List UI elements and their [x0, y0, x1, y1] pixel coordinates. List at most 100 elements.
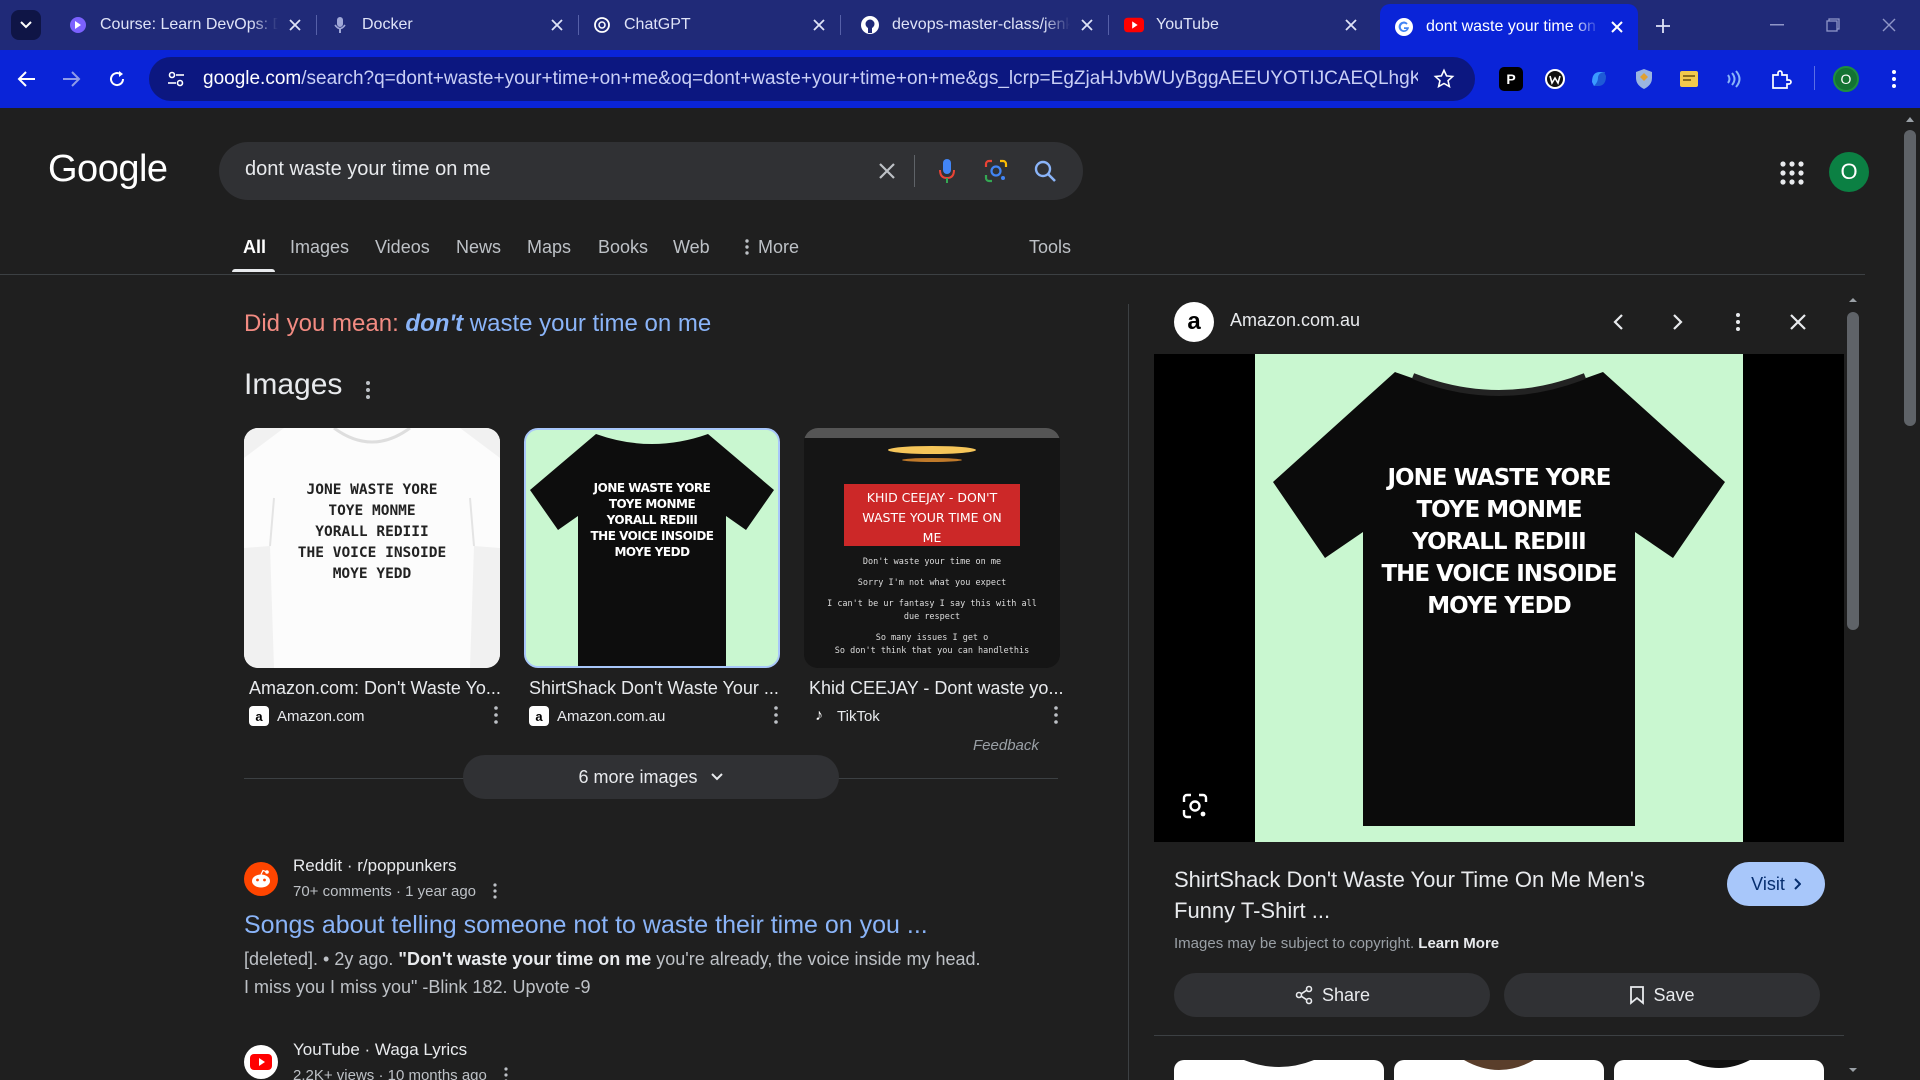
image-result-source[interactable]: a Amazon.com.au: [529, 706, 665, 726]
panel-product-title[interactable]: ShirtShack Don't Waste Your Time On Me M…: [1174, 864, 1694, 926]
panel-source-name[interactable]: Amazon.com.au: [1230, 310, 1360, 331]
reddit-logo-icon[interactable]: [244, 862, 278, 896]
minimize-button[interactable]: [1754, 8, 1800, 42]
close-icon[interactable]: [808, 14, 830, 36]
scroll-up-icon[interactable]: [1845, 294, 1861, 306]
extension-shield-icon[interactable]: [1632, 67, 1656, 91]
close-icon[interactable]: [1606, 16, 1628, 38]
share-icon: [1295, 985, 1313, 1005]
image-result-title[interactable]: ShirtShack Don't Waste Your ...: [529, 678, 779, 699]
image-result-source[interactable]: ♪ TikTok: [809, 706, 880, 726]
previous-image-button[interactable]: [1604, 308, 1632, 336]
url-text[interactable]: google.com/search?q=dont+waste+your+time…: [203, 68, 1418, 90]
extension-w-icon[interactable]: [1543, 67, 1567, 91]
tab-github[interactable]: devops-master-class/jenkin: [846, 6, 1109, 44]
suggested-query-link[interactable]: don't waste your time on me: [405, 310, 711, 337]
image-result-1[interactable]: JONE WASTE YORE TOYE MONME YORALL REDIII…: [244, 428, 500, 668]
image-result-2[interactable]: JONE WASTE YORE TOYE MONME YORALL REDIII…: [524, 428, 780, 668]
close-icon[interactable]: [1076, 14, 1098, 36]
close-icon[interactable]: [284, 14, 306, 36]
close-panel-button[interactable]: [1784, 308, 1812, 336]
tab-more[interactable]: More: [744, 236, 799, 272]
tab-maps[interactable]: Maps: [527, 236, 571, 272]
tab-search-button[interactable]: [11, 10, 41, 40]
image-result-title[interactable]: Khid CEEJAY - Dont waste yo...: [809, 678, 1063, 699]
tab-videos[interactable]: Videos: [375, 236, 430, 272]
related-image-thumbnail[interactable]: [1394, 1060, 1604, 1080]
google-apps-icon[interactable]: [1779, 160, 1805, 186]
kebab-icon[interactable]: [488, 704, 504, 726]
site-info-icon[interactable]: [163, 66, 189, 92]
tab-web[interactable]: Web: [673, 236, 710, 272]
tab-images[interactable]: Images: [290, 236, 349, 272]
kebab-icon[interactable]: [358, 378, 378, 402]
kebab-icon[interactable]: [492, 882, 498, 900]
tab-separator: [1108, 15, 1109, 35]
tab-books[interactable]: Books: [598, 236, 648, 272]
lens-search-icon[interactable]: [1181, 792, 1209, 820]
clear-search-icon[interactable]: [872, 156, 902, 186]
panel-options-button[interactable]: [1724, 308, 1752, 336]
page-scrollbar[interactable]: [1900, 108, 1920, 1080]
tab-news[interactable]: News: [456, 236, 501, 272]
close-window-button[interactable]: [1866, 8, 1912, 42]
search-input[interactable]: dont waste your time on me: [245, 158, 491, 181]
image-result-title[interactable]: Amazon.com: Don't Waste Yo...: [249, 678, 501, 699]
tab-all[interactable]: All: [243, 236, 266, 272]
save-button[interactable]: Save: [1504, 973, 1820, 1017]
reload-icon: [110, 71, 125, 87]
tab-docker[interactable]: Docker: [316, 6, 579, 44]
back-button[interactable]: [12, 64, 42, 94]
image-result-source[interactable]: a Amazon.com: [249, 706, 365, 726]
panel-tshirt-image[interactable]: JONE WASTE YORE TOYE MONME YORALL REDIII…: [1255, 354, 1743, 842]
extension-notes-icon[interactable]: [1677, 67, 1701, 91]
google-lens-icon[interactable]: [981, 156, 1011, 186]
scroll-down-icon[interactable]: [1845, 1064, 1861, 1076]
next-image-button[interactable]: [1664, 308, 1692, 336]
extension-copilot-icon[interactable]: [1587, 67, 1611, 91]
account-avatar[interactable]: O: [1829, 152, 1869, 192]
search-box[interactable]: dont waste your time on me: [219, 142, 1083, 200]
close-icon[interactable]: [1340, 14, 1362, 36]
scroll-up-icon[interactable]: [1900, 112, 1920, 126]
related-image-thumbnail[interactable]: [1174, 1060, 1384, 1080]
related-image-thumbnail[interactable]: [1614, 1060, 1824, 1080]
visit-button[interactable]: Visit: [1727, 862, 1825, 906]
search-icon[interactable]: [1030, 156, 1060, 186]
kebab-icon[interactable]: [503, 1066, 509, 1080]
panel-scrollbar-thumb[interactable]: [1847, 312, 1859, 630]
kebab-icon[interactable]: [768, 704, 784, 726]
result-site-name[interactable]: Reddit · r/poppunkers: [293, 856, 456, 876]
feedback-link[interactable]: Feedback: [973, 737, 1039, 754]
google-logo[interactable]: Google: [48, 148, 168, 191]
bookmark-star-icon[interactable]: [1433, 68, 1455, 90]
result-title-link[interactable]: Songs about telling someone not to waste…: [244, 911, 928, 940]
profile-button[interactable]: O: [1833, 66, 1859, 92]
extension-p-icon[interactable]: P: [1499, 67, 1523, 91]
amazon-logo-icon[interactable]: a: [1174, 302, 1214, 342]
more-images-button[interactable]: 6 more images: [463, 755, 839, 799]
tab-youtube[interactable]: YouTube: [1110, 6, 1372, 44]
youtube-logo-icon[interactable]: [244, 1045, 278, 1079]
extension-reader-icon[interactable]: [1721, 67, 1745, 91]
browser-menu-icon[interactable]: [1882, 67, 1906, 91]
page-scrollbar-thumb[interactable]: [1904, 130, 1916, 426]
kebab-icon[interactable]: [1048, 704, 1064, 726]
tab-chatgpt[interactable]: ChatGPT: [578, 6, 841, 44]
close-icon[interactable]: [546, 14, 568, 36]
share-button[interactable]: Share: [1174, 973, 1490, 1017]
tools-button[interactable]: Tools: [1029, 236, 1071, 272]
reload-button[interactable]: [102, 64, 132, 94]
result-site-name[interactable]: YouTube · Waga Lyrics: [293, 1040, 467, 1060]
address-bar[interactable]: google.com/search?q=dont+waste+your+time…: [149, 57, 1475, 101]
forward-button[interactable]: [56, 64, 86, 94]
tab-google-search[interactable]: dont waste your time on m: [1380, 4, 1638, 50]
image-result-3[interactable]: KHID CEEJAY - DON'T WASTE YOUR TIME ON M…: [804, 428, 1060, 668]
learn-more-link[interactable]: Learn More: [1418, 935, 1499, 952]
restore-button[interactable]: [1810, 8, 1856, 42]
panel-scrollbar[interactable]: [1845, 290, 1861, 1080]
microphone-icon[interactable]: [932, 156, 962, 186]
tab-course[interactable]: Course: Learn DevOps: Do: [54, 6, 317, 44]
extensions-puzzle-icon[interactable]: [1769, 67, 1793, 91]
new-tab-button[interactable]: [1650, 13, 1676, 39]
